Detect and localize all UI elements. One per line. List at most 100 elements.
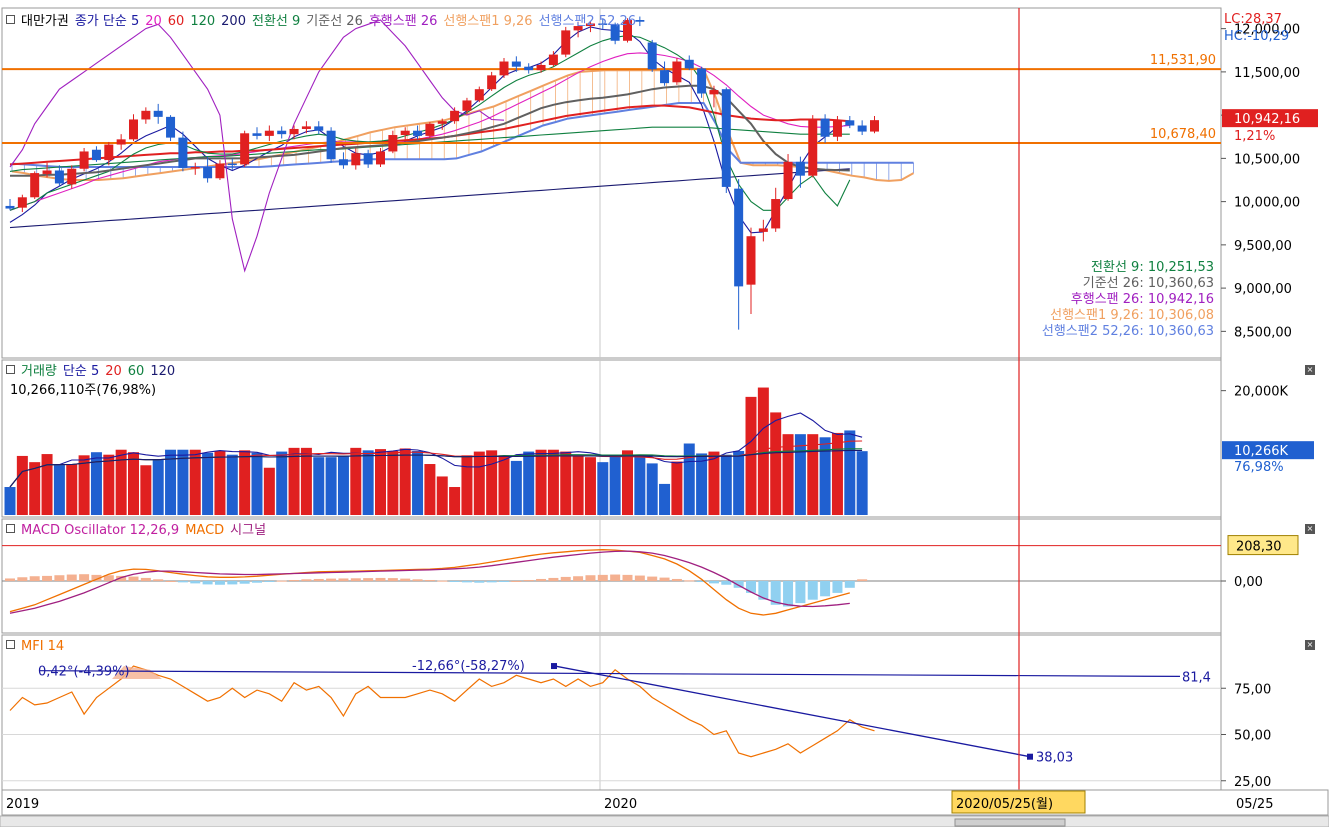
ichimoku-value: 기준선 26: 10,360,63 bbox=[1082, 276, 1214, 291]
legend-item: MFI 14 bbox=[21, 639, 65, 654]
volume-bar bbox=[436, 476, 448, 515]
candle-body bbox=[153, 110, 163, 117]
macd-osc-bar bbox=[857, 579, 868, 581]
trend-handle bbox=[551, 663, 557, 670]
candle-body bbox=[116, 139, 126, 145]
macd-osc-bar bbox=[832, 581, 843, 593]
mfi-close-icon[interactable]: × bbox=[1305, 640, 1315, 650]
volume-current-label: 10,266K bbox=[1234, 444, 1288, 459]
panel-box-icon[interactable] bbox=[6, 640, 15, 649]
current-price: 10,942,16 bbox=[1234, 112, 1300, 127]
candle-body bbox=[79, 151, 89, 169]
volume-current: 10,266,110주(76,98%) bbox=[10, 383, 157, 398]
volume-bar bbox=[720, 454, 732, 515]
candle-body bbox=[91, 149, 101, 161]
volume-bar bbox=[461, 455, 473, 515]
volume-bar bbox=[325, 457, 337, 515]
candle-body bbox=[227, 163, 237, 166]
volume-bar bbox=[584, 457, 596, 515]
macd-osc-bar bbox=[264, 581, 275, 582]
candle-body bbox=[511, 61, 521, 67]
ichimoku-value: 선행스팬2 52,26: 10,360,63 bbox=[1041, 324, 1214, 339]
x-label-2019: 2019 bbox=[6, 797, 39, 812]
candle-body bbox=[301, 126, 311, 129]
candle-body bbox=[832, 120, 842, 137]
volume-bar bbox=[683, 443, 695, 515]
candle-body bbox=[277, 130, 287, 135]
macd-osc-bar bbox=[350, 578, 361, 581]
candle-body bbox=[388, 135, 398, 152]
macd-osc-bar bbox=[252, 581, 262, 583]
scrollbar-thumb[interactable] bbox=[954, 818, 1066, 827]
candle-body bbox=[42, 170, 52, 174]
candle-body bbox=[462, 100, 472, 111]
legend-item: 단순 5 bbox=[62, 364, 100, 379]
candle-body bbox=[845, 120, 855, 126]
current-change: 1,21% bbox=[1234, 129, 1275, 144]
macd-close-icon[interactable]: × bbox=[1305, 524, 1315, 534]
ichimoku-value: 전환선 9: 10,251,53 bbox=[1091, 260, 1214, 275]
volume-bar bbox=[510, 460, 522, 515]
candle-body bbox=[474, 89, 484, 101]
macd-osc-bar bbox=[128, 576, 139, 581]
panel-box-icon[interactable] bbox=[6, 524, 15, 533]
mfi-tick-label: 75,00 bbox=[1234, 682, 1271, 697]
x-right-label: 05/25 bbox=[1236, 797, 1273, 812]
macd-osc-bar bbox=[671, 578, 682, 581]
ichimoku-value: 선행스팬1 9,26: 10,306,08 bbox=[1050, 308, 1214, 323]
macd-osc-bar bbox=[387, 578, 398, 581]
macd-osc-bar bbox=[746, 581, 756, 593]
cursor-date: 2020/05/25(월) bbox=[956, 797, 1053, 812]
macd-osc-bar bbox=[807, 581, 818, 600]
volume-bar bbox=[399, 448, 411, 515]
macd-osc-bar bbox=[573, 576, 584, 581]
macd-osc-bar bbox=[499, 581, 509, 582]
macd-osc-bar bbox=[511, 581, 522, 582]
macd-osc-bar bbox=[486, 581, 497, 583]
volume-bar bbox=[696, 453, 708, 515]
macd-osc-bar bbox=[276, 580, 287, 582]
macd-osc-bar bbox=[424, 579, 435, 581]
volume-close-icon[interactable]: × bbox=[1305, 365, 1315, 375]
panel-box-icon[interactable] bbox=[6, 365, 15, 374]
legend-item: 선행스팬2 52,26 bbox=[538, 14, 637, 29]
macd-osc-bar bbox=[66, 574, 77, 581]
legend-item: MACD Oscillator 12,26,9 bbox=[21, 523, 180, 538]
macd-osc-bar bbox=[820, 581, 831, 597]
bottom-toolbar[interactable] bbox=[0, 815, 1329, 828]
candle-body bbox=[338, 159, 348, 166]
candle-body bbox=[376, 151, 385, 165]
macd-osc-bar bbox=[400, 578, 411, 581]
price-tick-label: 9,500,00 bbox=[1234, 239, 1292, 254]
volume-bar bbox=[807, 434, 819, 515]
candle-body bbox=[808, 118, 818, 176]
trend-mid-label: -12,66°(-58,27%) bbox=[412, 659, 525, 674]
volume-bar bbox=[659, 483, 671, 515]
volume-bar bbox=[449, 487, 461, 515]
volume-bar bbox=[41, 454, 53, 515]
candle-body bbox=[400, 130, 410, 136]
macd-osc-bar bbox=[301, 579, 312, 581]
volume-current-pct: 76,98% bbox=[1234, 460, 1284, 475]
macd-osc-bar bbox=[461, 581, 472, 583]
candle-body bbox=[499, 61, 509, 76]
macd-osc-bar bbox=[214, 581, 225, 585]
macd-osc-bar bbox=[17, 577, 28, 581]
candle-body bbox=[450, 110, 460, 122]
ichimoku-value: 후행스팬 26: 10,942,16 bbox=[1070, 292, 1214, 307]
candle-body bbox=[561, 30, 571, 55]
candle-body bbox=[697, 68, 707, 94]
candle-body bbox=[240, 133, 250, 165]
volume-bar bbox=[214, 450, 226, 515]
volume-bar bbox=[733, 450, 745, 515]
macd-osc-bar bbox=[363, 578, 374, 581]
candle-body bbox=[524, 66, 534, 71]
legend-item: 거래량 bbox=[21, 364, 57, 379]
volume-bar bbox=[337, 456, 349, 515]
lc-value: LC:28,37 bbox=[1224, 12, 1282, 27]
legend-item: 60 bbox=[127, 364, 145, 379]
candle-body bbox=[141, 110, 151, 120]
candle-body bbox=[215, 163, 225, 179]
panel-box-icon[interactable] bbox=[6, 15, 15, 24]
macd-osc-bar bbox=[721, 581, 732, 585]
